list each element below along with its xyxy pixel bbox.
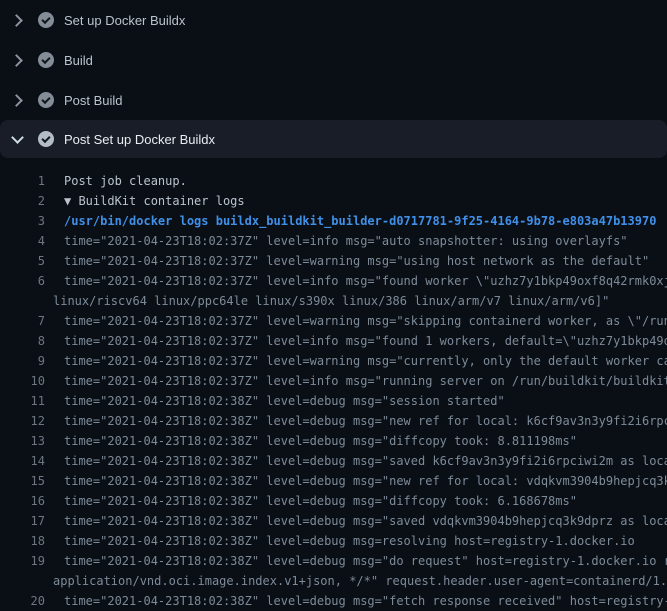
log-line-continuation: linux/riscv64 linux/ppc64le linux/s390x …	[0, 291, 667, 311]
log-line: 10time="2021-04-23T18:02:37Z" level=info…	[0, 371, 667, 391]
step-header-build[interactable]: Build	[0, 40, 667, 80]
line-number[interactable]: 14	[0, 451, 45, 471]
line-number[interactable]: 2	[0, 191, 45, 211]
step-header-set-up-docker-buildx[interactable]: Set up Docker Buildx	[0, 0, 667, 40]
success-check-circle-icon	[38, 12, 54, 28]
log-line: 12time="2021-04-23T18:02:38Z" level=debu…	[0, 411, 667, 431]
line-number[interactable]: 10	[0, 371, 45, 391]
log-line: 13time="2021-04-23T18:02:38Z" level=debu…	[0, 431, 667, 451]
success-check-circle-icon	[38, 52, 54, 68]
group-title: BuildKit container logs	[78, 194, 244, 208]
log-text: time="2021-04-23T18:02:38Z" level=debug …	[45, 551, 667, 571]
log-text: time="2021-04-23T18:02:38Z" level=debug …	[45, 471, 667, 491]
group-collapse-arrow-icon[interactable]: ▼	[64, 194, 78, 208]
step-label: Build	[64, 53, 93, 68]
actions-log-viewer: Set up Docker Buildx Build Post Build Post …	[0, 0, 667, 611]
line-number[interactable]: 3	[0, 211, 45, 231]
log-line: 3/usr/bin/docker logs buildx_buildkit_bu…	[0, 211, 667, 231]
line-number[interactable]: 1	[0, 171, 45, 191]
line-number[interactable]: 13	[0, 431, 45, 451]
line-number[interactable]: 19	[0, 551, 45, 571]
line-number[interactable]: 18	[0, 531, 45, 551]
log-text: ▼ BuildKit container logs	[45, 191, 245, 211]
log-line: 7time="2021-04-23T18:02:37Z" level=warni…	[0, 311, 667, 331]
log-line: 15time="2021-04-23T18:02:38Z" level=debu…	[0, 471, 667, 491]
log-line: 1Post job cleanup.	[0, 171, 667, 191]
line-number[interactable]: 15	[0, 471, 45, 491]
log-text: time="2021-04-23T18:02:38Z" level=debug …	[45, 591, 667, 611]
log-line-continuation: application/vnd.oci.image.index.v1+json,…	[0, 571, 667, 591]
log-text: application/vnd.oci.image.index.v1+json,…	[0, 571, 667, 591]
log-line: 9time="2021-04-23T18:02:37Z" level=warni…	[0, 351, 667, 371]
chevron-right-icon	[11, 94, 23, 106]
log-line: 18time="2021-04-23T18:02:38Z" level=debu…	[0, 531, 667, 551]
log-command-text: /usr/bin/docker logs buildx_buildkit_bui…	[45, 211, 656, 231]
chevron-right-icon	[11, 54, 23, 66]
success-check-circle-icon	[38, 131, 54, 147]
log-line: 16time="2021-04-23T18:02:38Z" level=debu…	[0, 491, 667, 511]
success-check-circle-icon	[38, 92, 54, 108]
line-number[interactable]: 4	[0, 231, 45, 251]
log-text: time="2021-04-23T18:02:37Z" level=info m…	[45, 271, 667, 291]
chevron-right-icon	[11, 14, 23, 26]
log-text: time="2021-04-23T18:02:38Z" level=debug …	[45, 511, 667, 531]
log-text: time="2021-04-23T18:02:37Z" level=info m…	[45, 231, 628, 251]
log-text: linux/riscv64 linux/ppc64le linux/s390x …	[0, 291, 609, 311]
log-text: time="2021-04-23T18:02:37Z" level=info m…	[45, 331, 667, 351]
log-line: 17time="2021-04-23T18:02:38Z" level=debu…	[0, 511, 667, 531]
log-line: 14time="2021-04-23T18:02:38Z" level=debu…	[0, 451, 667, 471]
steps-list: Set up Docker Buildx Build Post Build Post …	[0, 0, 667, 158]
log-text: Post job cleanup.	[45, 171, 187, 191]
log-text: time="2021-04-23T18:02:38Z" level=debug …	[45, 391, 505, 411]
log-line: 5time="2021-04-23T18:02:37Z" level=warni…	[0, 251, 667, 271]
step-label: Set up Docker Buildx	[64, 13, 185, 28]
log-text: time="2021-04-23T18:02:37Z" level=warnin…	[45, 251, 649, 271]
log-text: time="2021-04-23T18:02:37Z" level=warnin…	[45, 351, 667, 371]
log-line: 19time="2021-04-23T18:02:38Z" level=debu…	[0, 551, 667, 571]
step-label: Post Build	[64, 93, 123, 108]
log-area: 1Post job cleanup.2▼ BuildKit container …	[0, 158, 667, 611]
line-number[interactable]: 9	[0, 351, 45, 371]
line-number[interactable]: 6	[0, 271, 45, 291]
log-text: time="2021-04-23T18:02:38Z" level=debug …	[45, 491, 577, 511]
line-number[interactable]: 7	[0, 311, 45, 331]
chevron-down-icon	[11, 133, 23, 145]
line-number[interactable]: 8	[0, 331, 45, 351]
log-line: 6time="2021-04-23T18:02:37Z" level=info …	[0, 271, 667, 291]
line-number[interactable]: 20	[0, 591, 45, 611]
step-header-post-build[interactable]: Post Build	[0, 80, 667, 120]
line-number[interactable]: 5	[0, 251, 45, 271]
log-line: 11time="2021-04-23T18:02:38Z" level=debu…	[0, 391, 667, 411]
step-header-post-set-up-docker-buildx[interactable]: Post Set up Docker Buildx	[0, 120, 667, 158]
log-line: 20time="2021-04-23T18:02:38Z" level=debu…	[0, 591, 667, 611]
log-line: 8time="2021-04-23T18:02:37Z" level=info …	[0, 331, 667, 351]
log-line: 4time="2021-04-23T18:02:37Z" level=info …	[0, 231, 667, 251]
log-line: 2▼ BuildKit container logs	[0, 191, 667, 211]
log-text: time="2021-04-23T18:02:38Z" level=debug …	[45, 451, 667, 471]
log-text: time="2021-04-23T18:02:38Z" level=debug …	[45, 411, 667, 431]
line-number[interactable]: 17	[0, 511, 45, 531]
log-text: time="2021-04-23T18:02:37Z" level=info m…	[45, 371, 667, 391]
log-text: time="2021-04-23T18:02:38Z" level=debug …	[45, 431, 577, 451]
line-number[interactable]: 11	[0, 391, 45, 411]
log-text: time="2021-04-23T18:02:38Z" level=debug …	[45, 531, 635, 551]
line-number[interactable]: 16	[0, 491, 45, 511]
log-text: time="2021-04-23T18:02:37Z" level=warnin…	[45, 311, 667, 331]
step-label: Post Set up Docker Buildx	[64, 132, 215, 147]
line-number[interactable]: 12	[0, 411, 45, 431]
